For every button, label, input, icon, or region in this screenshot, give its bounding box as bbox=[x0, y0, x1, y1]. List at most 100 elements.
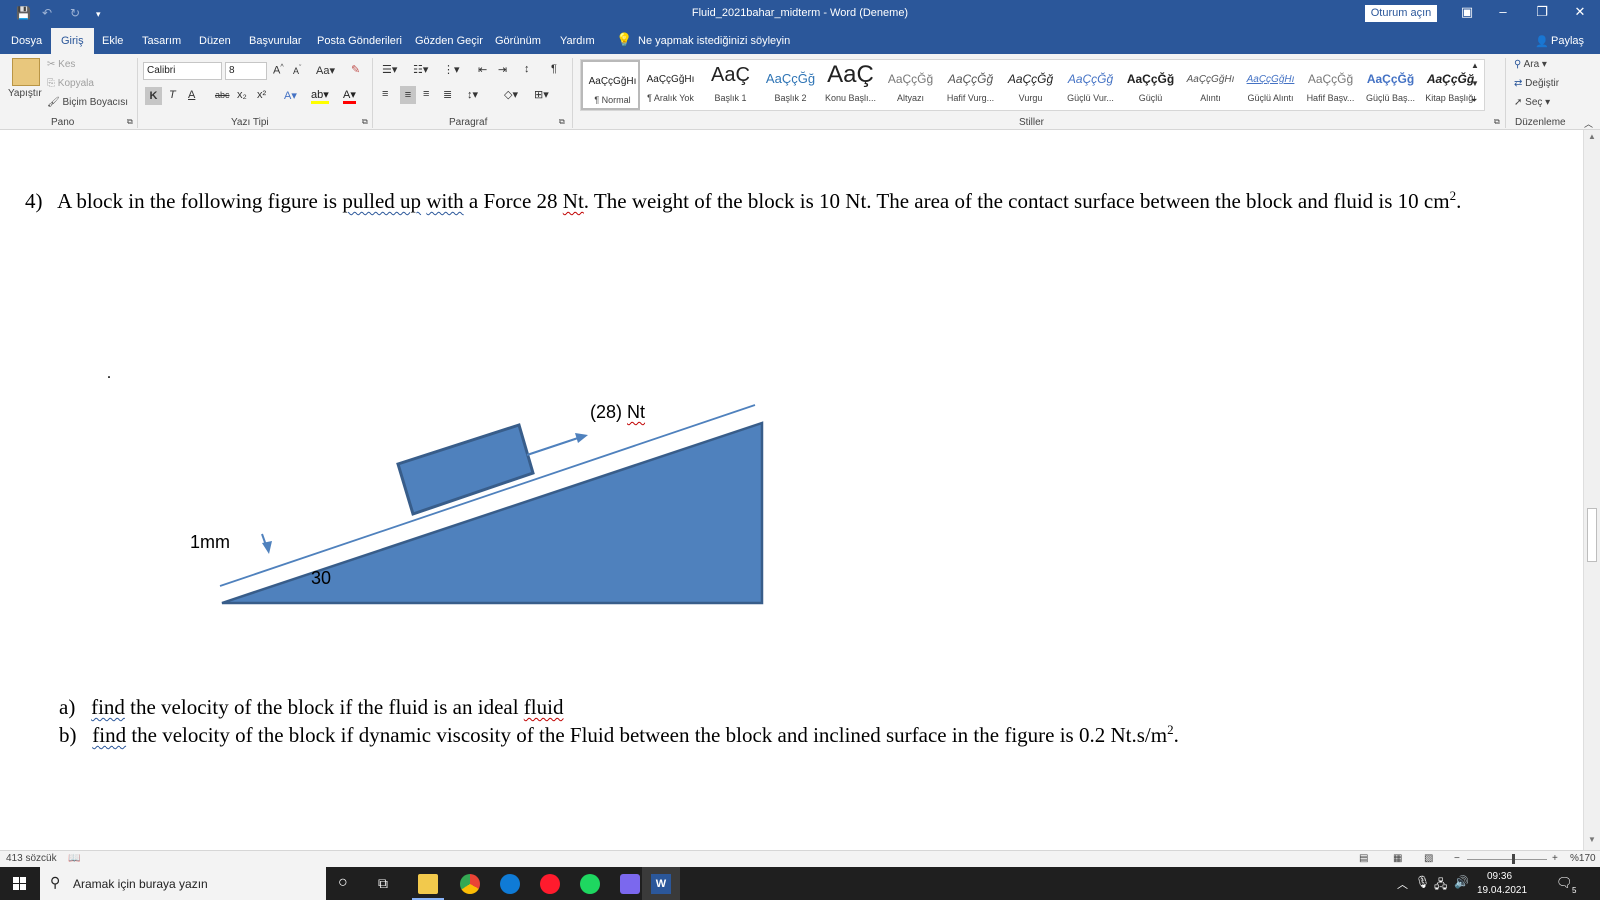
style-strong[interactable]: AaÇçĞğ Güçlü bbox=[1121, 60, 1180, 110]
discord-icon[interactable] bbox=[620, 874, 640, 894]
collapse-ribbon-icon[interactable]: ︿ bbox=[1584, 117, 1593, 130]
style-subtle-reference[interactable]: AaÇçĞğ Hafif Başv... bbox=[1301, 60, 1360, 110]
bold-button[interactable]: K bbox=[145, 87, 162, 105]
style-intense-emphasis[interactable]: AaÇçĞğ Güçlü Vur... bbox=[1061, 60, 1120, 110]
network-icon[interactable]: 🖧 bbox=[1434, 875, 1447, 896]
numbering-icon[interactable]: ☷▾ bbox=[413, 63, 428, 76]
show-formatting-marks-icon[interactable]: ¶ bbox=[551, 63, 557, 75]
copy-button[interactable]: ⎘ Kopyala bbox=[47, 78, 94, 89]
styles-more-icon[interactable]: ⏷ bbox=[1471, 96, 1477, 106]
tab-home[interactable]: Giriş bbox=[51, 28, 94, 54]
tab-view[interactable]: Görünüm bbox=[495, 35, 541, 47]
line-spacing-icon[interactable]: ↕▾ bbox=[467, 88, 478, 101]
underline-button[interactable]: A bbox=[188, 89, 195, 101]
increase-indent-icon[interactable]: ⇥ bbox=[498, 63, 507, 76]
close-button[interactable]: ✕ bbox=[1565, 4, 1595, 20]
scroll-down-icon[interactable]: ▼ bbox=[1588, 835, 1596, 844]
taskbar-search-input[interactable]: Aramak için buraya yazın bbox=[73, 877, 208, 891]
taskbar-search[interactable]: ⚲ Aramak için buraya yazın bbox=[40, 867, 326, 900]
microphone-icon[interactable]: 🎙 bbox=[1415, 875, 1430, 889]
cortana-icon[interactable]: ○ bbox=[338, 874, 348, 892]
scroll-up-icon[interactable]: ▲ bbox=[1588, 132, 1596, 141]
sign-in-button[interactable]: Oturum açın bbox=[1365, 5, 1437, 22]
opera-icon[interactable] bbox=[540, 874, 560, 894]
replace-button[interactable]: ⇄ Değiştir bbox=[1514, 78, 1559, 89]
zoom-in-icon[interactable]: + bbox=[1552, 853, 1558, 864]
web-layout-icon[interactable]: ▧ bbox=[1424, 853, 1433, 864]
tab-layout[interactable]: Düzen bbox=[199, 35, 231, 47]
paste-icon[interactable] bbox=[12, 58, 40, 86]
tab-mailings[interactable]: Posta Gönderileri bbox=[317, 35, 402, 47]
tab-review[interactable]: Gözden Geçir bbox=[415, 35, 483, 47]
styles-scroll-up-icon[interactable]: ▲ bbox=[1471, 61, 1479, 70]
strikethrough-button[interactable]: abc bbox=[215, 90, 230, 100]
sort-icon[interactable]: ↕ bbox=[524, 63, 530, 75]
document-page[interactable]: 4) A block in the following figure is pu… bbox=[0, 130, 1583, 850]
style-no-spacing[interactable]: AaÇçĞğHı ¶ Aralık Yok bbox=[641, 60, 700, 110]
zoom-slider-thumb[interactable] bbox=[1512, 854, 1515, 864]
bullets-icon[interactable]: ☰▾ bbox=[382, 63, 397, 76]
vertical-scrollbar[interactable]: ▲ ▼ bbox=[1583, 130, 1600, 850]
tab-file[interactable]: Dosya bbox=[11, 35, 42, 47]
tab-design[interactable]: Tasarım bbox=[142, 35, 181, 47]
zoom-level[interactable]: %170 bbox=[1570, 853, 1596, 864]
spotify-icon[interactable] bbox=[580, 874, 600, 894]
task-view-icon[interactable]: ⧉ bbox=[378, 875, 388, 892]
file-explorer-icon[interactable] bbox=[418, 874, 438, 894]
grow-font-icon[interactable]: A^ bbox=[273, 64, 284, 77]
highlight-color-icon[interactable]: ab▾ bbox=[311, 89, 329, 104]
style-subtitle[interactable]: AaÇçĞğ Altyazı bbox=[881, 60, 940, 110]
justify-icon[interactable]: ≣ bbox=[443, 88, 452, 101]
scrollbar-thumb[interactable] bbox=[1587, 508, 1597, 562]
style-emphasis[interactable]: AaÇçĞğ Vurgu bbox=[1001, 60, 1060, 110]
clear-formatting-icon[interactable]: ✎ bbox=[351, 63, 360, 76]
tray-chevron-icon[interactable]: ︿ bbox=[1397, 876, 1408, 892]
subscript-button[interactable]: x₂ bbox=[237, 89, 247, 101]
paragraph-launcher-icon[interactable]: ⧉ bbox=[559, 117, 565, 127]
ribbon-display-options-icon[interactable]: ▣ bbox=[1452, 4, 1482, 20]
align-center-icon[interactable]: ≡ bbox=[400, 86, 416, 104]
notifications-icon[interactable]: 🗨 bbox=[1556, 875, 1573, 891]
styles-launcher-icon[interactable]: ⧉ bbox=[1494, 117, 1500, 127]
borders-icon[interactable]: ⊞▾ bbox=[534, 88, 549, 101]
clipboard-launcher-icon[interactable]: ⧉ bbox=[127, 117, 133, 127]
print-layout-icon[interactable]: ▦ bbox=[1393, 853, 1402, 864]
style-heading-2[interactable]: AaÇçĞğ Başlık 2 bbox=[761, 60, 820, 110]
share-button[interactable]: Paylaş bbox=[1551, 35, 1584, 47]
clock-date[interactable]: 19.04.2021 bbox=[1477, 885, 1527, 896]
font-name-select[interactable]: Calibri bbox=[143, 62, 222, 80]
tab-insert[interactable]: Ekle bbox=[102, 35, 123, 47]
style-subtle-emphasis[interactable]: AaÇçĞğ Hafif Vurg... bbox=[941, 60, 1000, 110]
select-button[interactable]: ➚ Seç ▾ bbox=[1514, 97, 1550, 108]
text-effects-icon[interactable]: A▾ bbox=[284, 89, 297, 102]
zoom-out-icon[interactable]: − bbox=[1454, 853, 1460, 864]
align-right-icon[interactable]: ≡ bbox=[423, 88, 429, 100]
edge-icon[interactable] bbox=[500, 874, 520, 894]
multilevel-list-icon[interactable]: ⋮▾ bbox=[443, 63, 460, 76]
zoom-slider[interactable] bbox=[1467, 859, 1547, 860]
shrink-font-icon[interactable]: Aˇ bbox=[293, 65, 301, 76]
chrome-icon[interactable] bbox=[460, 874, 480, 894]
decrease-indent-icon[interactable]: ⇤ bbox=[478, 63, 487, 76]
superscript-button[interactable]: x² bbox=[257, 89, 266, 101]
clock-time[interactable]: 09:36 bbox=[1487, 871, 1512, 882]
font-color-icon[interactable]: A▾ bbox=[343, 89, 356, 104]
word-taskbar-button[interactable]: W bbox=[642, 867, 680, 900]
volume-icon[interactable]: 🔊 bbox=[1454, 875, 1469, 889]
style-quote[interactable]: AaÇçĞğHı Alıntı bbox=[1181, 60, 1240, 110]
format-painter-button[interactable]: 🖌 Biçim Boyacısı bbox=[47, 97, 128, 108]
align-left-icon[interactable]: ≡ bbox=[382, 88, 388, 100]
change-case-icon[interactable]: Aa▾ bbox=[316, 64, 335, 77]
start-button[interactable] bbox=[0, 867, 40, 900]
font-launcher-icon[interactable]: ⧉ bbox=[362, 117, 368, 127]
restore-button[interactable]: ❐ bbox=[1527, 4, 1557, 20]
tab-help[interactable]: Yardım bbox=[560, 35, 595, 47]
italic-button[interactable]: T bbox=[169, 89, 176, 101]
shading-icon[interactable]: ◇▾ bbox=[504, 88, 518, 101]
style-normal[interactable]: AaÇçĞğHı ¶ Normal bbox=[581, 60, 640, 110]
paste-button[interactable]: Yapıştır bbox=[8, 88, 42, 99]
tell-me-input[interactable]: Ne yapmak istediğinizi söyleyin bbox=[638, 35, 790, 47]
style-intense-reference[interactable]: AaÇçĞğ Güçlü Baş... bbox=[1361, 60, 1420, 110]
style-intense-quote[interactable]: AaÇçĞğHı Güçlü Alıntı bbox=[1241, 60, 1300, 110]
style-title[interactable]: AaÇ Konu Başlı... bbox=[821, 60, 880, 110]
